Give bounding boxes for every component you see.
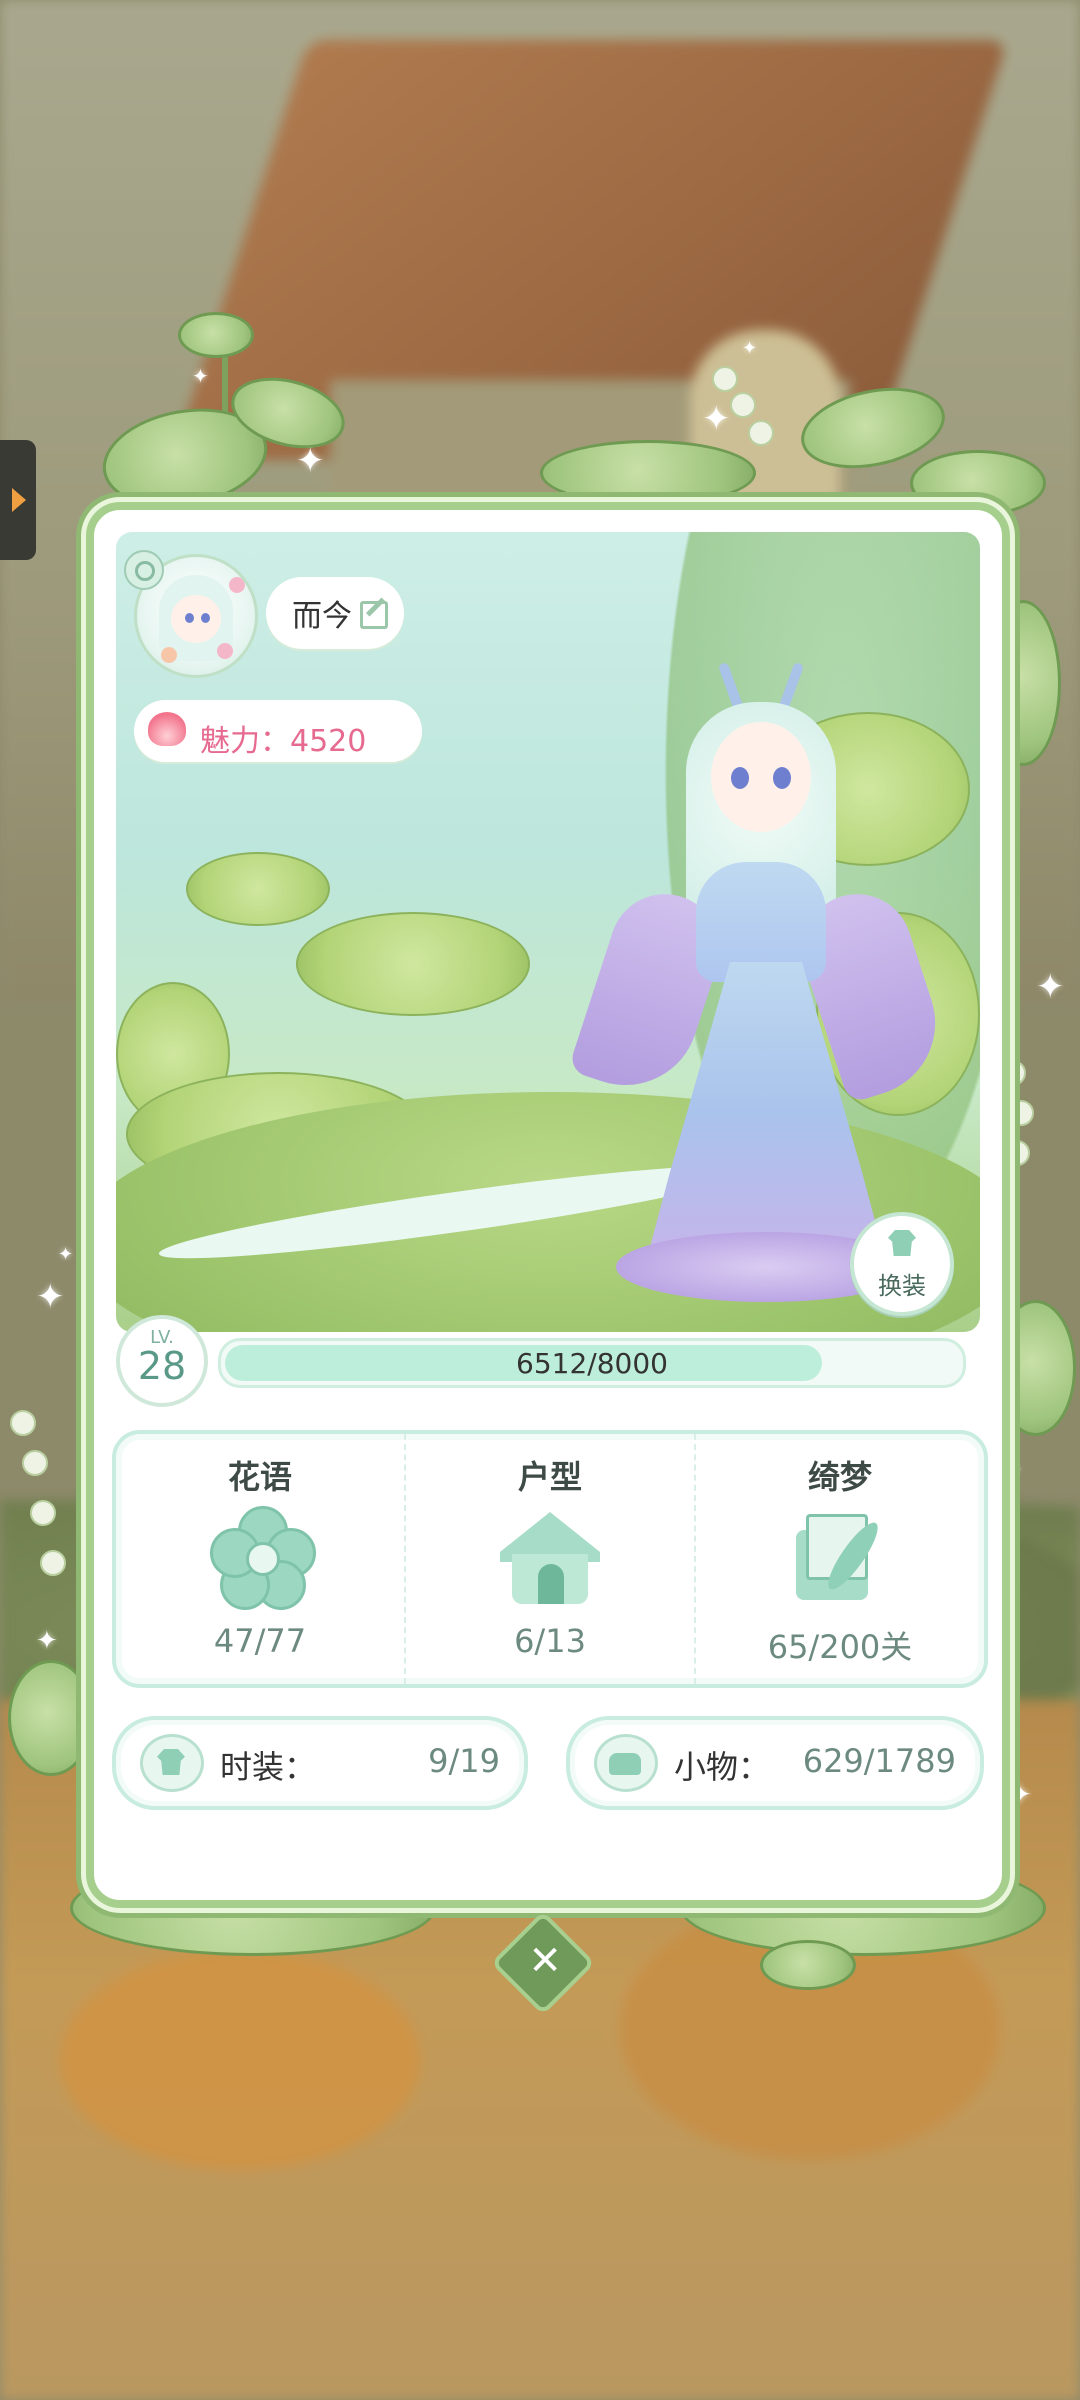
stat-value: 6/13 xyxy=(514,1622,586,1660)
fashion-collection-pill[interactable]: 时装： 9/19 xyxy=(112,1716,528,1810)
change-outfit-label: 换装 xyxy=(878,1272,926,1300)
sparkle-icon: ✦ xyxy=(58,1244,74,1265)
stat-title: 花语 xyxy=(227,1458,292,1496)
character-scene: 而今 魅力：4520 换装 xyxy=(116,532,980,1332)
lotus-icon xyxy=(148,712,186,746)
decor-bud xyxy=(10,1410,36,1436)
decor-bud xyxy=(748,420,774,446)
shirt-icon xyxy=(140,1734,204,1792)
sparkle-icon: ✦ xyxy=(702,399,731,439)
sparkle-icon: ✦ xyxy=(1036,967,1065,1007)
sparkle-icon: ✦ xyxy=(742,338,758,359)
side-expand-tab[interactable] xyxy=(0,440,36,560)
flower-icon xyxy=(210,1506,316,1610)
decor-bud xyxy=(1008,1100,1034,1126)
exp-text: 6512/8000 xyxy=(516,1347,668,1380)
player-name: 而今 xyxy=(292,599,352,634)
level-number: 28 xyxy=(137,1344,187,1388)
sparkle-icon: ✦ xyxy=(296,441,325,481)
letter-icon xyxy=(790,1506,890,1606)
fashion-value: 9/19 xyxy=(428,1742,500,1780)
items-label: 小物： xyxy=(674,1748,771,1786)
stats-panel: 花语 47/77 户型 6/13 绮梦 65/200关 xyxy=(112,1430,988,1688)
items-value: 629/1789 xyxy=(802,1742,956,1780)
arrow-right-icon xyxy=(12,488,26,512)
change-outfit-button[interactable]: 换装 xyxy=(850,1212,954,1316)
decor-bud xyxy=(30,1500,56,1526)
decor-bud xyxy=(730,392,756,418)
edit-icon[interactable] xyxy=(360,601,388,629)
decor-bud xyxy=(40,1550,66,1576)
decor-bud xyxy=(22,1450,48,1476)
decor-lily-pad xyxy=(8,1660,94,1776)
sparkle-icon: ✦ xyxy=(36,1626,58,1656)
sparkle-icon: ✦ xyxy=(192,364,209,388)
house-icon xyxy=(500,1506,600,1606)
shirt-icon xyxy=(888,1230,916,1256)
stat-house-type[interactable]: 户型 6/13 xyxy=(404,1434,694,1684)
player-name-pill[interactable]: 而今 xyxy=(266,577,404,649)
stat-value: 65/200关 xyxy=(767,1628,913,1666)
sofa-icon xyxy=(594,1734,658,1792)
level-badge: LV. 28 xyxy=(116,1315,208,1407)
fashion-label: 时装： xyxy=(220,1748,317,1786)
decor-lily-pad xyxy=(540,440,756,506)
decor-lily-pad xyxy=(760,1940,856,1990)
stat-flower-language[interactable]: 花语 47/77 xyxy=(116,1434,404,1684)
gear-icon[interactable] xyxy=(124,550,164,590)
decor-lily-pad xyxy=(178,312,254,358)
profile-card: 而今 魅力：4520 换装 LV. 28 6512/8000 花语 47/77 … xyxy=(86,502,1010,1908)
stat-title: 户型 xyxy=(517,1458,582,1496)
sparkle-icon: ✦ xyxy=(36,1277,65,1317)
charm-value: 魅力：4520 xyxy=(200,724,367,759)
exp-progress-bar: 6512/8000 xyxy=(218,1338,966,1388)
decor-bud xyxy=(712,366,738,392)
close-icon: ✕ xyxy=(528,1937,562,1984)
charm-pill: 魅力：4520 xyxy=(134,700,422,762)
stat-value: 47/77 xyxy=(213,1622,307,1660)
stat-title: 绮梦 xyxy=(807,1458,872,1496)
scene-lily-pad xyxy=(296,912,530,1016)
scene-lily-pad xyxy=(186,852,330,926)
items-collection-pill[interactable]: 小物： 629/1789 xyxy=(566,1716,984,1810)
stat-dream[interactable]: 绮梦 65/200关 xyxy=(694,1434,984,1684)
